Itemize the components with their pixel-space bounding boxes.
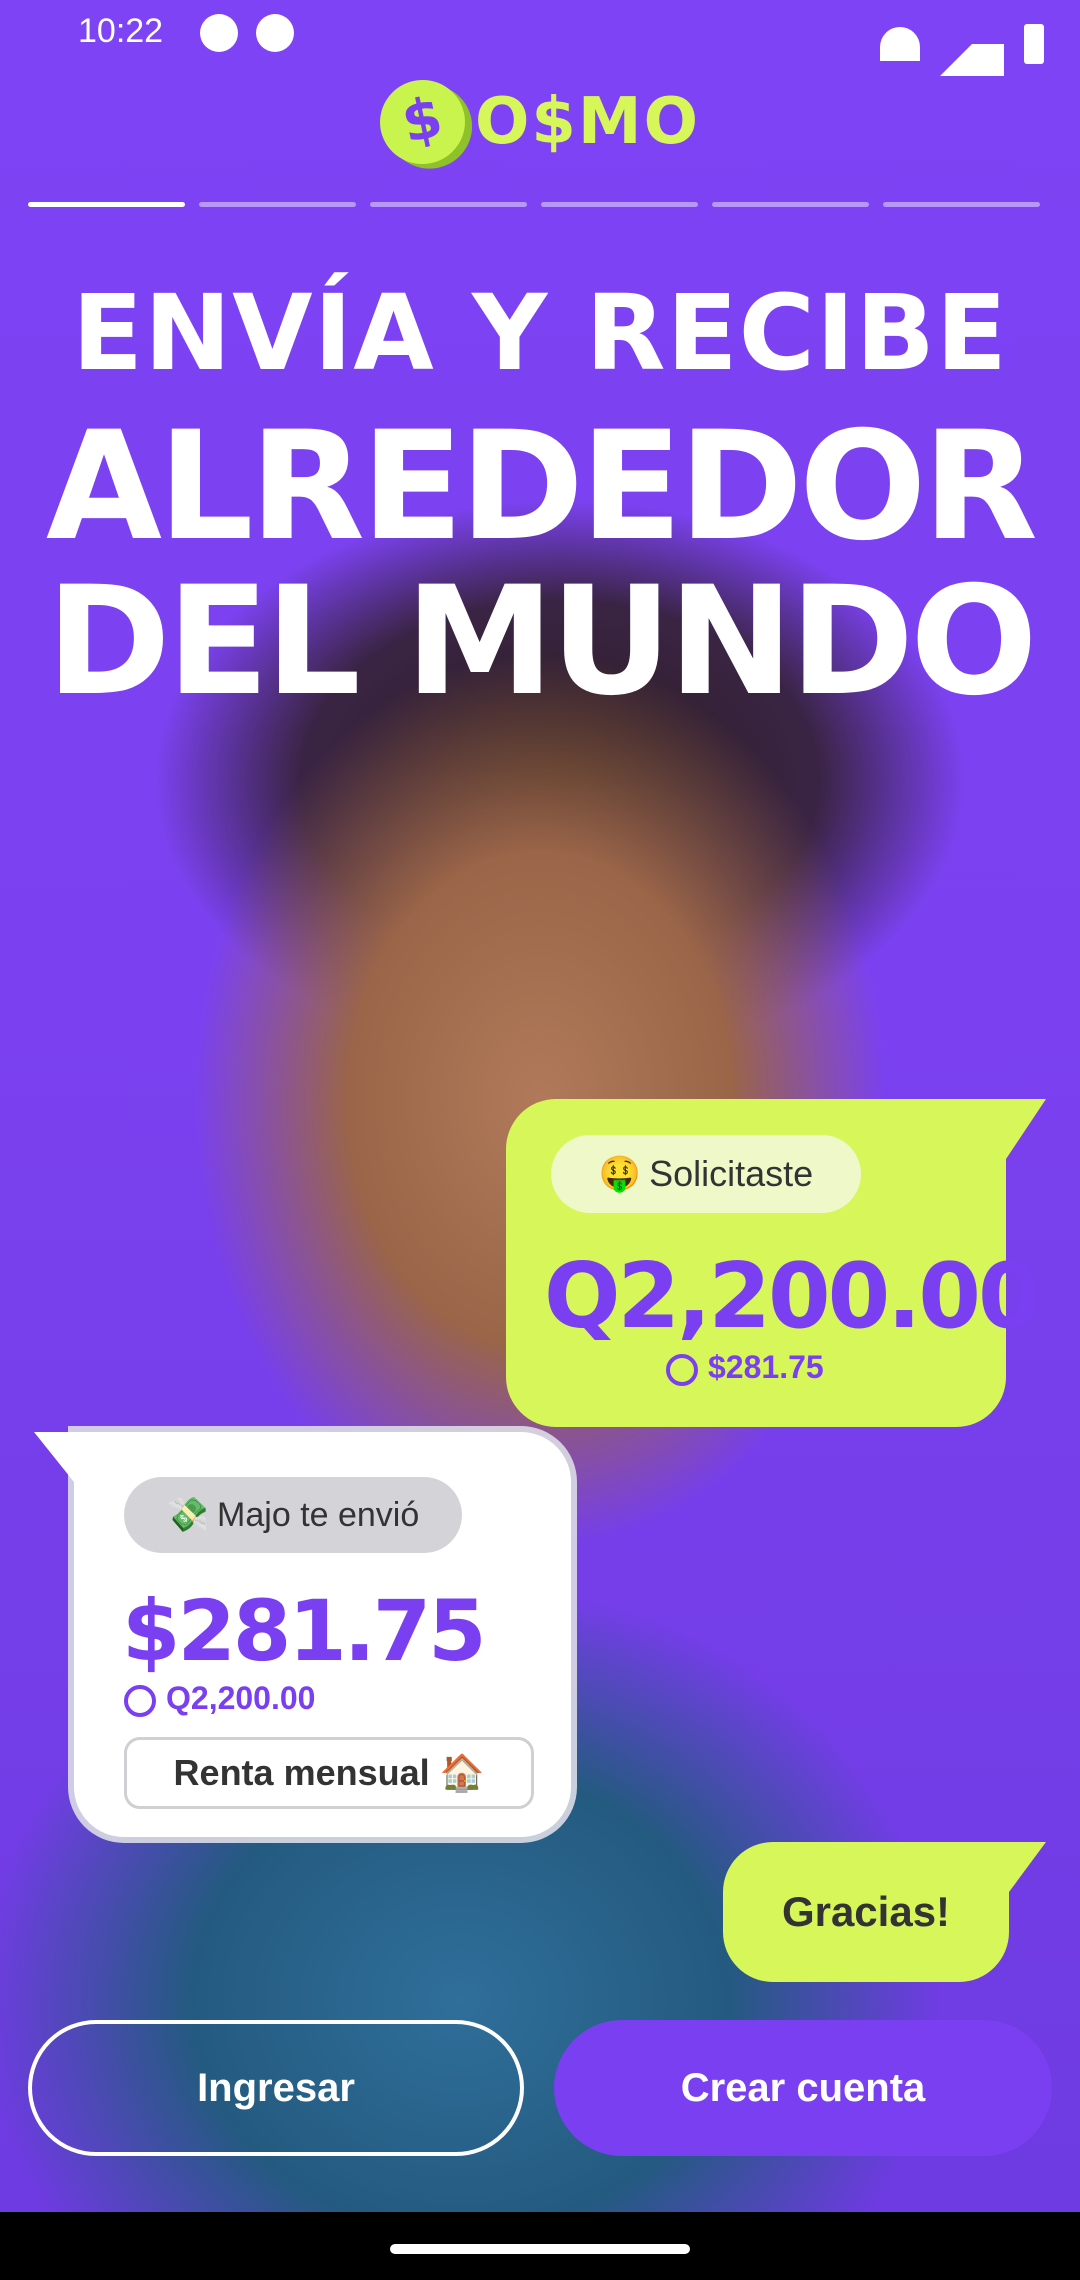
progress-segment xyxy=(541,202,698,207)
received-converted-value: Q2,200.00 xyxy=(166,1680,316,1716)
wifi-icon xyxy=(880,27,920,61)
notification-icons xyxy=(200,14,294,52)
login-button[interactable]: Ingresar xyxy=(28,2020,524,2156)
received-amount: $281.75 xyxy=(122,1582,487,1680)
received-converted-amount: Q2,200.00 xyxy=(124,1680,315,1717)
create-account-button[interactable]: Crear cuenta xyxy=(554,2020,1052,2156)
currency-exchange-icon xyxy=(124,1684,156,1717)
progress-segment xyxy=(28,202,185,207)
app-notification-icon xyxy=(256,14,294,52)
logo-wordmark: O$MO xyxy=(474,85,700,159)
app-notification-icon xyxy=(200,14,238,52)
request-converted-value: $281.75 xyxy=(708,1349,824,1385)
received-label: Majo te envió xyxy=(217,1495,420,1534)
request-card: 🤑 Solicitaste Q2,200.00 $281.75 xyxy=(506,1099,1046,1427)
status-bar: 10:22 xyxy=(0,0,1080,76)
received-label-pill: 💸 Majo te envió xyxy=(124,1477,462,1553)
battery-icon xyxy=(1024,24,1044,64)
request-label-pill: 🤑 Solicitaste xyxy=(551,1135,861,1213)
money-face-icon: 🤑 xyxy=(598,1155,642,1193)
currency-exchange-icon xyxy=(666,1353,698,1386)
received-card: 💸 Majo te envió $281.75 Q2,200.00 Renta … xyxy=(34,1432,571,1837)
request-label: Solicitaste xyxy=(649,1153,814,1194)
reply-bubble: Gracias! xyxy=(723,1842,1046,1982)
osmo-logo: O$MO xyxy=(372,72,700,172)
system-status-icons xyxy=(880,12,1044,76)
progress-segment xyxy=(370,202,527,207)
onboarding-progress xyxy=(28,202,1040,208)
headline-line-2: ALREDEDOR xyxy=(45,400,1038,574)
headline-line-1: ENVÍA Y RECIBE xyxy=(72,272,1008,394)
headline-line-3: DEL MUNDO xyxy=(46,555,1037,729)
money-wings-icon: 💸 xyxy=(166,1496,210,1534)
progress-segment xyxy=(199,202,356,207)
home-gesture-handle[interactable] xyxy=(390,2244,690,2254)
coin-logo-icon xyxy=(372,72,473,172)
status-time: 10:22 xyxy=(78,12,164,50)
payment-note: Renta mensual 🏠 xyxy=(124,1737,534,1809)
progress-segment xyxy=(712,202,869,207)
signal-icon xyxy=(940,12,1004,76)
request-amount: Q2,200.00 xyxy=(544,1244,1041,1349)
progress-segment xyxy=(883,202,1040,207)
request-converted-amount: $281.75 xyxy=(666,1349,824,1386)
